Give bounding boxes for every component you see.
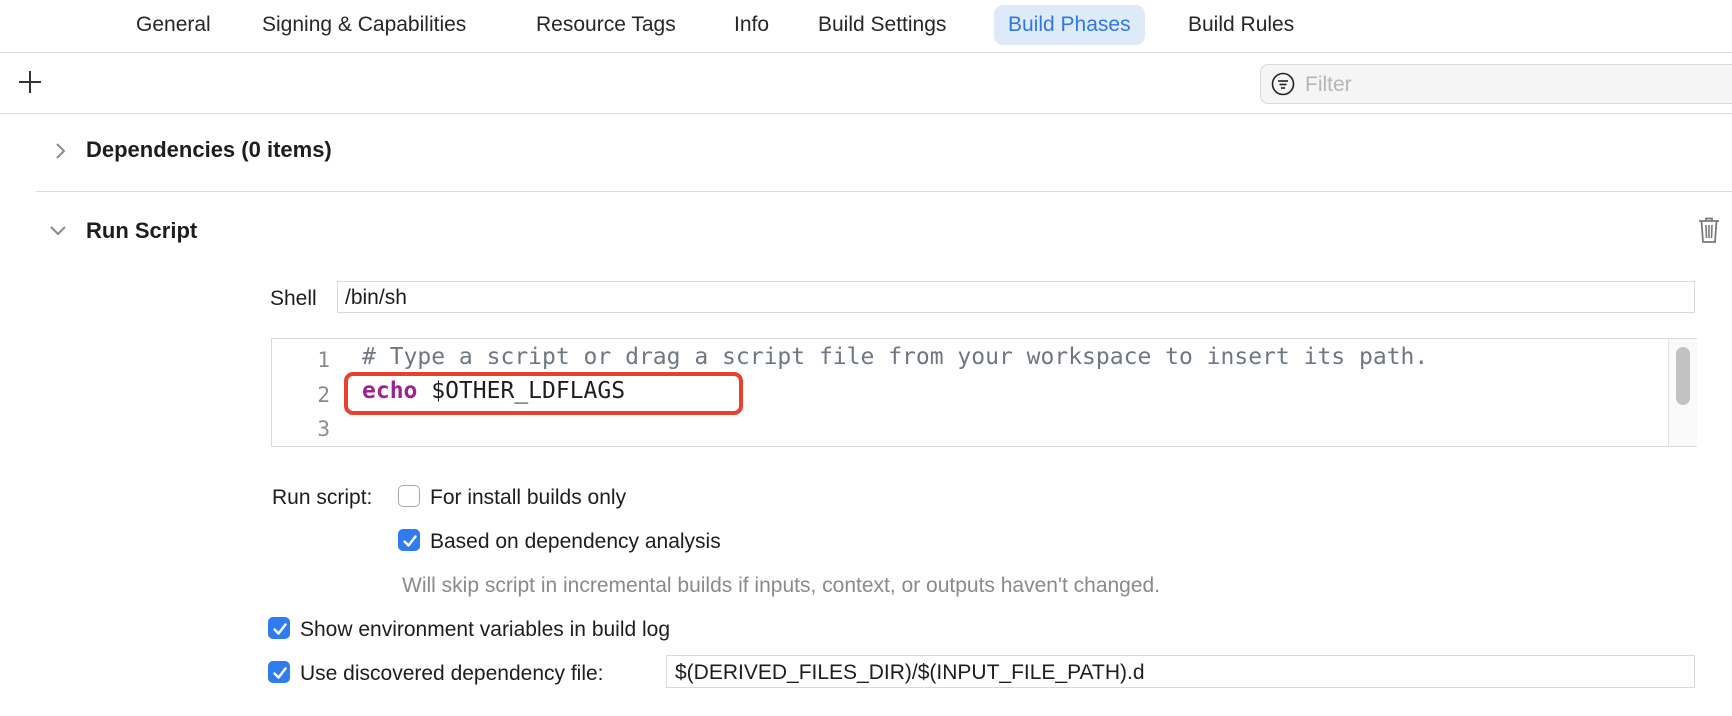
- trash-icon[interactable]: [1697, 216, 1721, 244]
- chevron-right-icon[interactable]: [50, 141, 70, 161]
- phases-toolbar: Filter: [0, 53, 1732, 114]
- use-dep-file-label: Use discovered dependency file:: [300, 662, 604, 685]
- install-builds-checkbox[interactable]: [398, 485, 420, 507]
- dependencies-title[interactable]: Dependencies (0 items): [86, 137, 332, 163]
- line-number: 3: [317, 417, 330, 441]
- filter-placeholder: Filter: [1305, 73, 1352, 96]
- checkmark-icon: [273, 667, 287, 679]
- filter-icon: [1271, 72, 1295, 96]
- scroll-thumb[interactable]: [1676, 347, 1690, 405]
- tab-build-rules[interactable]: Build Rules: [1174, 5, 1308, 45]
- run-script-title[interactable]: Run Script: [86, 218, 197, 244]
- line-number: 1: [317, 348, 330, 372]
- tab-bar: General Signing & Capabilities Resource …: [0, 0, 1732, 53]
- checkmark-icon: [273, 623, 287, 635]
- use-dep-file-checkbox[interactable]: [268, 661, 290, 683]
- dependency-analysis-label: Based on dependency analysis: [430, 530, 721, 553]
- tab-info[interactable]: Info: [720, 5, 783, 45]
- checkmark-icon: [403, 535, 417, 547]
- show-env-vars-label: Show environment variables in build log: [300, 618, 671, 641]
- dependencies-section: Dependencies (0 items): [36, 114, 1732, 192]
- highlight-annotation-box: [344, 372, 743, 415]
- shell-label: Shell: [270, 287, 317, 310]
- plus-icon[interactable]: [17, 69, 43, 95]
- show-env-vars-checkbox[interactable]: [268, 617, 290, 639]
- tab-build-phases[interactable]: Build Phases: [994, 5, 1145, 45]
- filter-field[interactable]: Filter: [1260, 64, 1732, 104]
- tab-resource-tags[interactable]: Resource Tags: [522, 5, 690, 45]
- editor-scrollbar[interactable]: [1668, 339, 1697, 446]
- tab-signing-capabilities[interactable]: Signing & Capabilities: [248, 5, 480, 45]
- shell-field[interactable]: /bin/sh: [337, 281, 1695, 313]
- install-builds-label: For install builds only: [430, 486, 627, 509]
- tab-general[interactable]: General: [122, 5, 225, 45]
- line-number: 2: [317, 383, 330, 407]
- run-script-options-label: Run script:: [272, 486, 373, 509]
- script-line-comment: # Type a script or drag a script file fr…: [362, 344, 1429, 370]
- chevron-down-icon[interactable]: [48, 220, 68, 240]
- dependency-analysis-checkbox[interactable]: [398, 529, 420, 551]
- tab-build-settings[interactable]: Build Settings: [804, 5, 960, 45]
- dependency-hint: Will skip script in incremental builds i…: [402, 574, 1161, 597]
- dependency-file-field[interactable]: $(DERIVED_FILES_DIR)/$(INPUT_FILE_PATH).…: [666, 655, 1695, 688]
